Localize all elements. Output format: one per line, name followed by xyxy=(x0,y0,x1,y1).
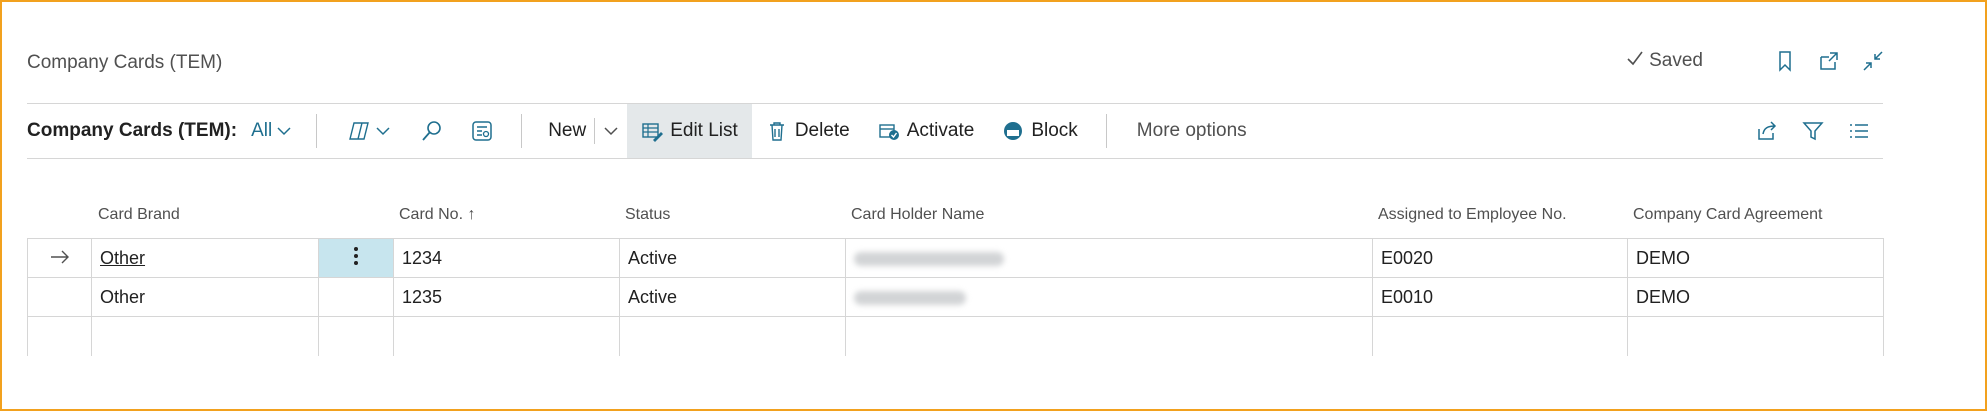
data-analysis-icon xyxy=(472,121,492,141)
search-icon xyxy=(422,121,442,141)
saved-status: Saved xyxy=(1625,48,1703,74)
view-filter-dropdown[interactable]: All xyxy=(251,120,292,142)
card-no-cell[interactable]: 1234 xyxy=(393,238,620,278)
card-brand-link[interactable]: Other xyxy=(100,248,145,268)
action-bar-right xyxy=(1755,119,1883,143)
list-view-icon[interactable] xyxy=(1847,119,1871,143)
open-in-new-window-icon[interactable] xyxy=(1817,49,1841,73)
table-row[interactable]: Other 1235 Active E0010 DEMO xyxy=(27,277,1884,317)
status-cell[interactable]: Active xyxy=(619,238,846,278)
card-no-cell[interactable]: 1235 xyxy=(393,277,620,317)
employee-no-cell[interactable]: E0010 xyxy=(1372,277,1628,317)
empty-cell[interactable] xyxy=(619,316,846,356)
search-button[interactable] xyxy=(417,104,447,158)
chevron-down-icon xyxy=(277,127,291,136)
status-cell[interactable]: Active xyxy=(619,277,846,317)
new-button[interactable]: New xyxy=(534,104,594,158)
empty-cell xyxy=(27,316,92,356)
edit-list-label: Edit List xyxy=(670,120,738,141)
delete-button[interactable]: Delete xyxy=(752,104,864,158)
card-holder-name-cell[interactable] xyxy=(845,277,1373,317)
block-button[interactable]: Block xyxy=(988,104,1091,158)
separator xyxy=(316,114,318,148)
page-header-actions: Saved xyxy=(1625,48,1885,74)
separator xyxy=(521,114,523,148)
more-options-button[interactable]: More options xyxy=(1131,120,1253,142)
company-cards-list: Card Brand Card No. ↑ Status Card Holder… xyxy=(27,198,1884,356)
table-header: Card Brand Card No. ↑ Status Card Holder… xyxy=(27,198,1883,238)
arrow-right-icon xyxy=(50,250,69,263)
copilot-button[interactable] xyxy=(341,104,397,158)
collapse-icon[interactable] xyxy=(1861,49,1885,73)
column-header-card-brand[interactable]: Card Brand xyxy=(98,206,180,224)
saved-label: Saved xyxy=(1649,50,1703,71)
redacted-name xyxy=(854,251,1004,266)
separator xyxy=(1105,114,1107,148)
empty-cell[interactable] xyxy=(845,316,1373,356)
redacted-name xyxy=(854,290,966,305)
card-holder-name-cell[interactable] xyxy=(845,238,1373,278)
edit-list-button[interactable]: Edit List xyxy=(627,104,752,158)
block-label: Block xyxy=(1031,120,1078,141)
action-bar-divider xyxy=(27,158,1883,159)
data-table: Other 1234 Active E0020 DEMO Other 1235 … xyxy=(27,238,1884,356)
column-header-status[interactable]: Status xyxy=(625,206,670,224)
empty-cell[interactable] xyxy=(1372,316,1628,356)
empty-cell[interactable] xyxy=(393,316,620,356)
delete-label: Delete xyxy=(794,120,850,141)
column-header-card-no[interactable]: Card No. ↑ xyxy=(399,206,475,224)
bookmark-icon[interactable] xyxy=(1773,49,1797,73)
activate-button[interactable]: Activate xyxy=(864,104,989,158)
column-header-card-agreement[interactable]: Company Card Agreement xyxy=(1633,206,1822,224)
block-icon xyxy=(1004,122,1023,140)
new-button-label: New xyxy=(548,120,587,141)
chevron-down-icon xyxy=(376,127,390,136)
card-brand-cell[interactable]: Other xyxy=(91,238,319,278)
column-header-assigned-employee[interactable]: Assigned to Employee No. xyxy=(1378,206,1567,224)
row-actions-cell[interactable] xyxy=(318,277,394,317)
page-title: Company Cards (TEM) xyxy=(27,52,223,73)
new-dropdown-button[interactable] xyxy=(595,104,627,158)
empty-cell[interactable] xyxy=(91,316,319,356)
filter-icon[interactable] xyxy=(1801,119,1825,143)
action-bar-caption: Company Cards (TEM): xyxy=(27,120,238,141)
view-filter-label: All xyxy=(251,120,273,141)
new-row[interactable] xyxy=(27,316,1884,356)
copilot-icon xyxy=(349,122,370,140)
row-indicator xyxy=(27,238,92,278)
card-brand-cell[interactable]: Other xyxy=(91,277,319,317)
employee-no-cell[interactable]: E0020 xyxy=(1372,238,1628,278)
action-bar: Company Cards (TEM): All New Edit List D… xyxy=(27,104,1883,158)
edit-list-icon xyxy=(642,123,664,142)
activate-label: Activate xyxy=(906,120,975,141)
trash-icon xyxy=(769,122,784,141)
more-vertical-icon xyxy=(354,246,358,265)
agreement-cell[interactable]: DEMO xyxy=(1627,238,1884,278)
agreement-cell[interactable]: DEMO xyxy=(1627,277,1884,317)
table-row[interactable]: Other 1234 Active E0020 DEMO xyxy=(27,238,1884,278)
column-header-card-holder-name[interactable]: Card Holder Name xyxy=(851,206,984,224)
activate-card-icon xyxy=(879,124,899,140)
share-icon[interactable] xyxy=(1755,119,1779,143)
row-actions-button[interactable] xyxy=(318,238,394,278)
row-indicator xyxy=(27,277,92,317)
chevron-down-icon xyxy=(604,127,618,136)
check-icon xyxy=(1625,48,1645,74)
analysis-mode-button[interactable] xyxy=(467,104,497,158)
empty-cell[interactable] xyxy=(1627,316,1884,356)
empty-cell xyxy=(318,316,394,356)
